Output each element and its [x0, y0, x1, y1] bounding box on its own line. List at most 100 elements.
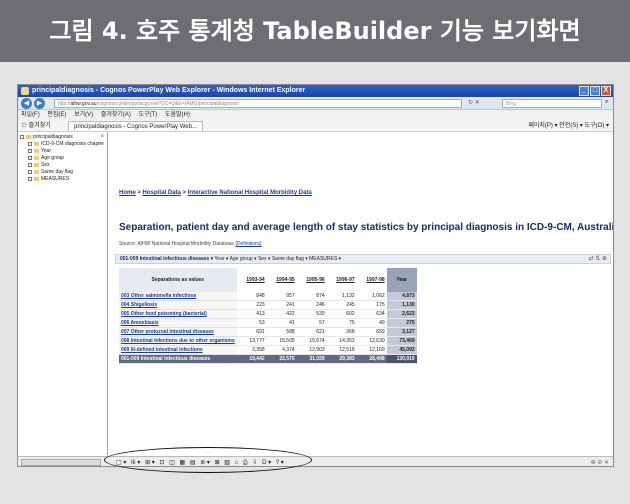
table-cell: 368 [326, 327, 357, 337]
expand-icon[interactable] [28, 141, 32, 146]
crosstab-table: Separations as values 1993-94 1994-95 19… [119, 268, 417, 364]
command-bar[interactable]: 페이지(P) ▾ 안전(S) ▾ 도구(O) ▾ [528, 120, 609, 132]
menu-favorites[interactable]: 즐겨찾기(A) [101, 112, 131, 118]
swap-icon[interactable]: ⇄ ⇅ ⊕ [589, 255, 607, 264]
dimension-age-group[interactable]: Age group ▾ [230, 256, 257, 262]
dimension-measures[interactable]: MEASURES ▾ [309, 256, 341, 262]
breadcrumb-nhmd[interactable]: Interactive National Hospital Morbidity … [188, 190, 312, 196]
minimize-button[interactable]: _ [579, 86, 589, 96]
expand-icon[interactable] [28, 162, 32, 167]
column-header-total[interactable]: Year [386, 268, 417, 292]
expand-icon[interactable] [28, 148, 32, 153]
table-row: 004 Shigellosis 223 241 246 245 175 1,13… [119, 300, 417, 310]
status-icons[interactable]: ⊕ ⊘ ✕ [591, 458, 609, 466]
table-cell: 223 [236, 300, 267, 310]
table-cell: 659 [356, 327, 387, 337]
tree-item-diagnosis[interactable]: ICD-9-CM diagnosis chapter [20, 141, 105, 148]
menu-file[interactable]: 파일(F) [21, 112, 40, 118]
breadcrumb-hospital-data[interactable]: Hospital Data [143, 190, 181, 196]
table-cell: 413 [236, 309, 267, 319]
table-cell-total: 130,919 [386, 354, 417, 364]
url-field[interactable]: http://aihw.gov.au/cognos/cgi-bin/ppdscg… [54, 99, 462, 108]
table-cell: 31,029 [296, 354, 327, 364]
definitions-link[interactable]: [Definitions] [235, 241, 261, 247]
table-cell-total: 3,127 [386, 327, 417, 337]
favorites-button[interactable]: ☆ 즐겨찾기 [21, 120, 51, 132]
tree-root[interactable]: principaldiagnosis [20, 134, 105, 141]
row-header[interactable]: 004 Shigellosis [119, 300, 237, 310]
table-cell: 12,169 [356, 345, 387, 355]
search-icon[interactable]: ⌕ [605, 99, 608, 106]
row-header-total[interactable]: 001-009 Intestinal infectious diseases [119, 354, 237, 364]
expand-icon[interactable] [20, 134, 24, 139]
row-header[interactable]: 008 Intestinal infections due to other o… [119, 336, 237, 346]
menu-edit[interactable]: 편집(E) [47, 112, 66, 118]
table-row: 009 Ill-defined intestinal infections 3,… [119, 345, 417, 355]
breadcrumb-separator: > [182, 190, 187, 196]
table-cell: 53 [236, 318, 267, 328]
menu-view[interactable]: 보기(V) [74, 112, 93, 118]
row-header[interactable]: 009 Ill-defined intestinal infections [119, 345, 237, 355]
forward-arrow-icon[interactable]: ▶ [34, 98, 45, 109]
column-header[interactable]: 1993-94 [236, 268, 267, 292]
table-cell: 28,498 [356, 354, 387, 364]
column-header[interactable]: 1997-98 [356, 268, 387, 292]
folder-icon [34, 155, 39, 160]
search-input[interactable]: Bing [502, 99, 602, 108]
table-row: 008 Intestinal infections due to other o… [119, 336, 417, 346]
row-header[interactable]: 005 Other food poisoning (bacterial) [119, 309, 237, 319]
tree-item-measures[interactable]: MEASURES [20, 176, 105, 183]
table-cell: 15,674 [296, 336, 327, 346]
column-header[interactable]: 1994-95 [266, 268, 297, 292]
row-header[interactable]: 003 Other salmonella infections [119, 292, 237, 301]
tree-scrollbar[interactable] [21, 459, 101, 466]
refresh-stop-icons[interactable]: ↻ ✕ [468, 99, 480, 106]
tree-item-same-day[interactable]: Same day flag [20, 169, 105, 176]
figure-caption: 그림 4. 호주 통계청 TableBuilder 기능 보기화면 [0, 0, 630, 62]
source-note: Source: AIHW National Hospital Morbidity… [119, 241, 262, 247]
maximize-button[interactable]: □ [590, 86, 600, 96]
tree-item-year[interactable]: Year [20, 148, 105, 155]
breadcrumb-separator: > [137, 190, 141, 196]
expand-icon[interactable] [28, 155, 32, 160]
folder-icon [34, 148, 39, 153]
browser-tab[interactable]: principaldiagnosis - Cognos PowerPlay We… [68, 121, 203, 131]
table-cell: 13,777 [236, 336, 267, 346]
expand-icon[interactable] [28, 169, 32, 174]
url-host: aihw.gov.au [70, 101, 97, 107]
table-cell: 588 [266, 327, 297, 337]
tree-item-sex[interactable]: Sex [20, 162, 105, 169]
table-row: 003 Other salmonella infections 848 957 … [119, 292, 417, 301]
tree-item-age-group[interactable]: Age group [20, 155, 105, 162]
dimension-sex[interactable]: Sex ▾ [258, 256, 271, 262]
table-cell: 874 [296, 292, 327, 301]
dimension-bar: 001-009 Intestinal infectious diseases ▾… [115, 254, 611, 264]
table-cell: 1,132 [326, 292, 357, 301]
folder-icon [34, 169, 39, 174]
column-header[interactable]: 1996-97 [326, 268, 357, 292]
row-header[interactable]: 006 Amoebiasis [119, 318, 237, 328]
table-row: 005 Other food poisoning (bacterial) 413… [119, 309, 417, 319]
row-header[interactable]: 007 Other protozoal intestinal diseases [119, 327, 237, 337]
dimension-year[interactable]: Year ▾ [214, 256, 228, 262]
expand-icon[interactable] [28, 176, 32, 181]
back-arrow-icon[interactable]: ◀ [21, 98, 32, 109]
table-cell: 12,903 [296, 345, 327, 355]
breadcrumb-home[interactable]: Home [119, 190, 136, 196]
table-cell: 15,505 [266, 336, 297, 346]
window-controls: _ □ X [579, 86, 611, 96]
menu-tools[interactable]: 도구(T) [139, 112, 158, 118]
window-title: principaldiagnosis - Cognos PowerPlay We… [32, 87, 306, 94]
dimension-nesting[interactable]: 001-009 Intestinal infectious diseases ▾ [120, 256, 213, 262]
dimension-same-day[interactable]: Same day flag ▾ [272, 256, 308, 262]
menu-help[interactable]: 도움말(H) [165, 112, 190, 118]
column-header[interactable]: 1995-96 [296, 268, 327, 292]
table-cell: 246 [296, 300, 327, 310]
table-row-grand-total: 001-009 Intestinal infectious diseases 1… [119, 354, 417, 364]
table-cell-total: 2,623 [386, 309, 417, 319]
close-icon[interactable]: × [100, 134, 104, 140]
close-button[interactable]: X [601, 86, 611, 96]
toolbar-highlight-oval [104, 447, 312, 473]
table-row: 007 Other protozoal intestinal diseases … [119, 327, 417, 337]
menu-bar: 파일(F) 편집(E) 보기(V) 즐겨찾기(A) 도구(T) 도움말(H) [18, 110, 613, 120]
